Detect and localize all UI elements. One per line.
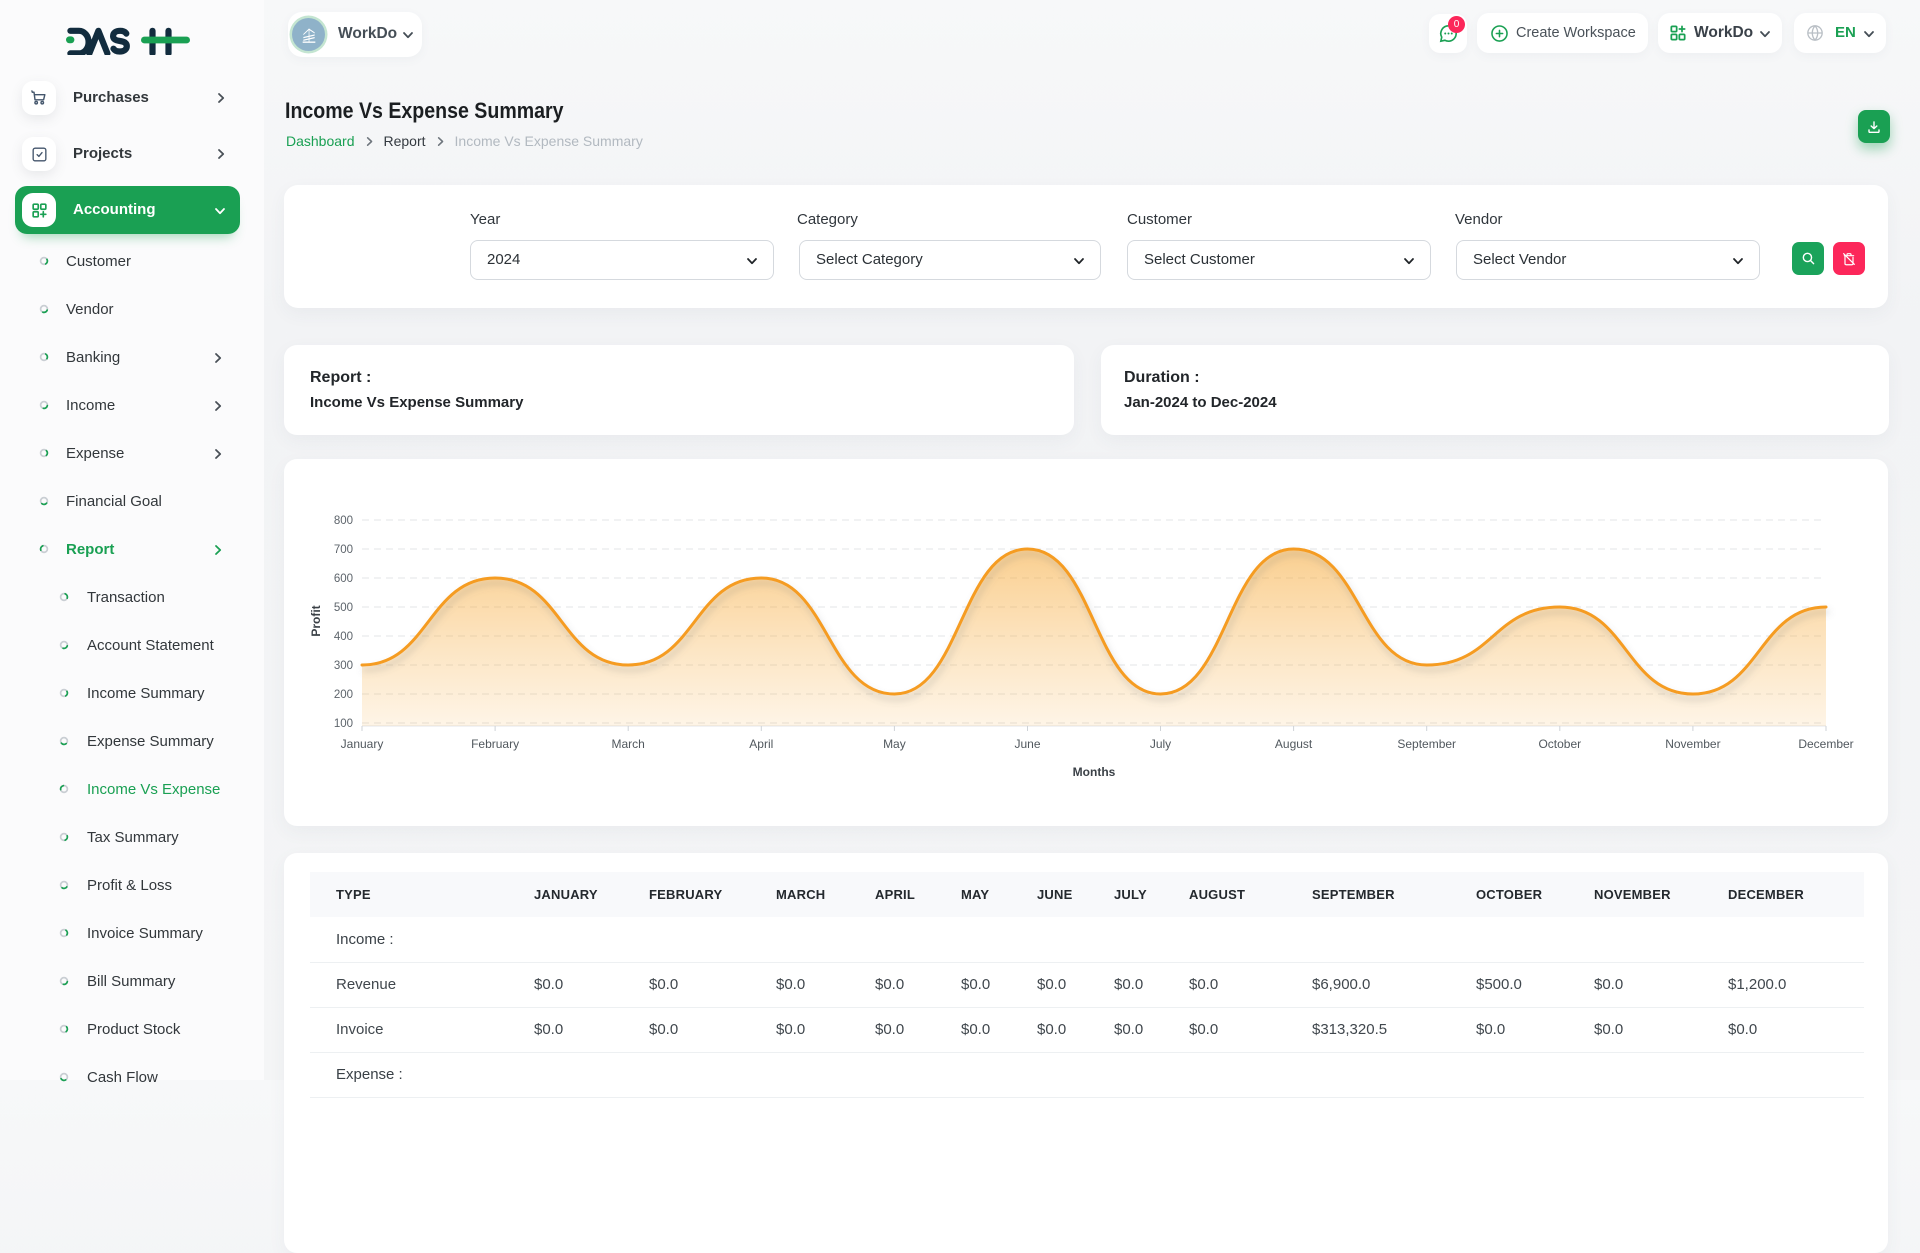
svg-text:400: 400 [334, 631, 353, 643]
svg-text:Profit: Profit [309, 605, 323, 636]
svg-text:500: 500 [334, 602, 353, 614]
svg-text:600: 600 [334, 573, 353, 585]
svg-text:May: May [883, 737, 906, 751]
svg-text:April: April [749, 737, 773, 751]
svg-text:February: February [471, 737, 519, 751]
svg-text:Months: Months [1073, 765, 1116, 779]
svg-text:July: July [1150, 737, 1171, 751]
svg-text:700: 700 [334, 544, 353, 556]
svg-text:300: 300 [334, 660, 353, 672]
svg-text:August: August [1275, 737, 1313, 751]
svg-text:March: March [612, 737, 645, 751]
svg-text:800: 800 [334, 515, 353, 527]
svg-text:November: November [1665, 737, 1720, 751]
svg-text:December: December [1798, 737, 1853, 751]
svg-text:September: September [1397, 737, 1456, 751]
svg-text:January: January [341, 737, 384, 751]
svg-text:June: June [1014, 737, 1040, 751]
svg-text:October: October [1538, 737, 1581, 751]
svg-text:200: 200 [334, 689, 353, 701]
svg-text:100: 100 [334, 718, 353, 730]
